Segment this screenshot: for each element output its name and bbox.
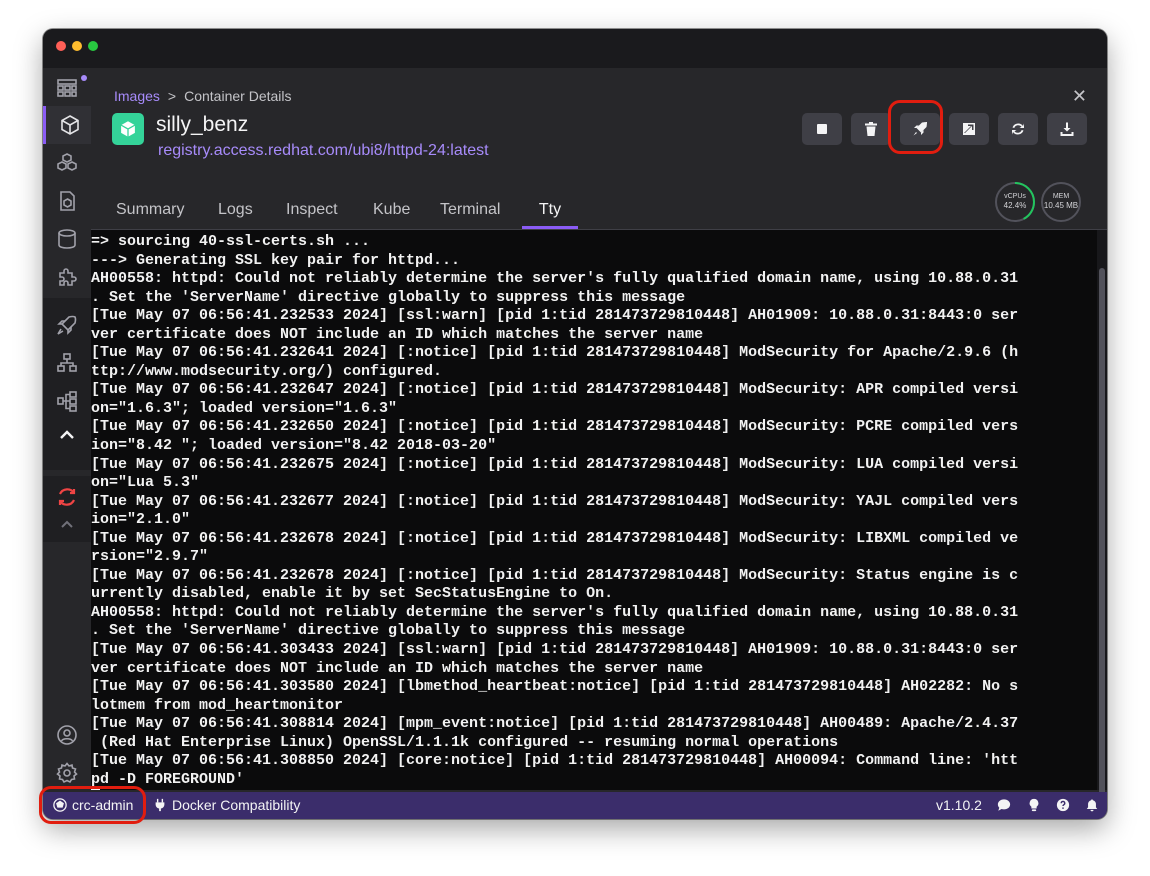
terminal-line: . Set the 'ServerName' directive globall…: [91, 622, 686, 640]
terminal-line: [Tue May 07 06:56:41.232533 2024] [ssl:w…: [91, 307, 1019, 325]
plug-icon: [152, 797, 168, 813]
pods-icon[interactable]: [43, 144, 91, 182]
terminal-output: => sourcing 40-ssl-certs.sh ... ---> Gen…: [91, 233, 1018, 790]
external-link-icon: [963, 123, 975, 135]
collapse-chevron-icon-2[interactable]: [43, 512, 91, 538]
terminal-line: AH00558: httpd: Could not reliably deter…: [91, 270, 1019, 288]
mem-label: MEM: [1052, 193, 1070, 200]
container-image-link[interactable]: registry.access.redhat.com/ubi8/httpd-24…: [158, 142, 489, 160]
terminal-line: [Tue May 07 06:56:41.232647 2024] [:noti…: [91, 381, 1019, 399]
breadcrumb-images-link[interactable]: Images: [114, 88, 160, 104]
terminal-line: => sourcing 40-ssl-certs.sh ...: [91, 233, 371, 250]
trash-icon: [865, 122, 877, 136]
restart-button[interactable]: [998, 113, 1038, 145]
terminal-scrollbar[interactable]: [1097, 230, 1107, 804]
terminal-line: AH00558: httpd: Could not reliably deter…: [91, 603, 1019, 621]
terminal-line: . Set the 'ServerName' directive globall…: [91, 288, 686, 306]
context-selector-highlight: [39, 786, 146, 824]
tab-kube[interactable]: Kube: [373, 196, 410, 229]
deployments-icon[interactable]: [43, 382, 91, 420]
containers-icon[interactable]: [43, 106, 94, 144]
collapse-chevron-icon[interactable]: [43, 420, 91, 450]
stop-icon: [817, 124, 827, 134]
sync-icon[interactable]: [43, 478, 91, 516]
version-label: v1.10.2: [936, 797, 982, 813]
delete-button[interactable]: [851, 113, 891, 145]
rocket-icon[interactable]: [43, 306, 91, 344]
app-window: Images > Container Details ✕ silly_benz re…: [43, 29, 1107, 819]
container-name: silly_benz: [156, 113, 249, 136]
version: v1.10.2: [936, 797, 982, 813]
close-window-button[interactable]: [56, 41, 66, 51]
tty-terminal[interactable]: => sourcing 40-ssl-certs.sh ... ---> Gen…: [91, 230, 1097, 790]
kubernetes-group: [43, 476, 91, 542]
tab-logs[interactable]: Logs: [218, 196, 253, 229]
terminal-line: rsion="2.9.7": [91, 548, 209, 566]
terminal-scroll-thumb[interactable]: [1099, 268, 1105, 804]
container-details-panel: Images > Container Details ✕ silly_benz re…: [91, 68, 1107, 804]
tab-terminal[interactable]: Terminal: [440, 196, 500, 229]
download-icon: [1060, 122, 1074, 136]
terminal-line: (Red Hat Enterprise Linux) OpenSSL/1.1.1…: [100, 733, 839, 751]
terminal-line: on="1.6.3"; loaded version="1.6.3": [91, 399, 398, 417]
account-icon[interactable]: [43, 716, 91, 754]
tab-summary[interactable]: Summary: [116, 196, 184, 229]
minimize-window-button[interactable]: [72, 41, 82, 51]
network-icon[interactable]: [43, 344, 91, 382]
terminal-line: ---> Generating SSL key pair for httpd..…: [91, 251, 461, 269]
cpu-usage-gauge: vCPUs 42.4%: [995, 182, 1035, 222]
terminal-line: [Tue May 07 06:56:41.232641 2024] [:noti…: [91, 344, 1019, 362]
zoom-window-button[interactable]: [88, 41, 98, 51]
breadcrumb-separator: >: [167, 88, 177, 104]
terminal-line: lotmem from mod_heartmonitor: [91, 696, 344, 714]
stop-button[interactable]: [802, 113, 842, 145]
tab-inspect[interactable]: Inspect: [286, 196, 338, 229]
images-icon[interactable]: [43, 182, 91, 220]
breadcrumb-current: Container Details: [184, 88, 292, 104]
restart-icon: [1012, 123, 1024, 135]
docker-compatibility-label: Docker Compatibility: [172, 797, 301, 813]
terminal-line: [Tue May 07 06:56:41.303433 2024] [ssl:w…: [91, 641, 1019, 659]
breadcrumb: Images > Container Details: [114, 88, 292, 104]
docker-compatibility[interactable]: Docker Compatibility: [152, 797, 300, 813]
notification-dot: [81, 75, 87, 81]
terminal-line: [Tue May 07 06:56:41.232650 2024] [:noti…: [91, 418, 1019, 436]
notifications-bell-icon[interactable]: [1084, 797, 1100, 813]
mem-value: 10.45 MB: [1043, 201, 1079, 210]
terminal-line: urrently disabled, enable it by set SecS…: [91, 585, 614, 603]
sidebar: [43, 68, 94, 792]
terminal-line: ver certificate does NOT include an ID w…: [91, 659, 704, 677]
dashboard-icon[interactable]: [43, 69, 91, 107]
title-bar: [43, 29, 1107, 68]
deploy-button-highlight: [888, 100, 943, 154]
tab-tty[interactable]: Tty: [522, 196, 578, 229]
terminal-line: [Tue May 07 06:56:41.232677 2024] [:noti…: [91, 492, 1019, 510]
terminal-line: [Tue May 07 06:56:41.308850 2024] [core:…: [91, 752, 1019, 770]
terminal-line: [Tue May 07 06:56:41.303580 2024] [lbmet…: [91, 678, 1019, 696]
open-browser-button[interactable]: [949, 113, 989, 145]
help-icon[interactable]: [1055, 797, 1071, 813]
terminal-line: ion="2.1.0": [91, 511, 191, 529]
feedback-icon[interactable]: [996, 797, 1012, 813]
terminal-line: [Tue May 07 06:56:41.308814 2024] [mpm_e…: [91, 715, 1019, 733]
memory-usage-gauge: MEM 10.45 MB: [1041, 182, 1081, 222]
container-icon: [112, 113, 144, 145]
terminal-line: [Tue May 07 06:56:41.232675 2024] [:noti…: [91, 455, 1019, 473]
tips-lightbulb-icon[interactable]: [1026, 797, 1042, 813]
terminal-line: on="Lua 5.3": [91, 474, 200, 492]
volumes-icon[interactable]: [43, 220, 91, 258]
terminal-line: [Tue May 07 06:56:41.232678 2024] [:noti…: [91, 566, 1019, 584]
terminal-line: ttp://www.modsecurity.org/) configured.: [91, 362, 443, 380]
close-icon[interactable]: ✕: [1072, 86, 1087, 107]
terminal-line: [Tue May 07 06:56:41.232678 2024] [:noti…: [91, 529, 1019, 547]
extensions-icon[interactable]: [43, 258, 91, 296]
extension-group: [43, 298, 91, 470]
terminal-line: ion="8.42 "; loaded version="8.42 2018-0…: [91, 437, 497, 455]
status-bar: crc-admin Docker Compatibility v1.10.2: [43, 792, 1107, 819]
terminal-line: ver certificate does NOT include an ID w…: [91, 325, 704, 343]
export-button[interactable]: [1047, 113, 1087, 145]
